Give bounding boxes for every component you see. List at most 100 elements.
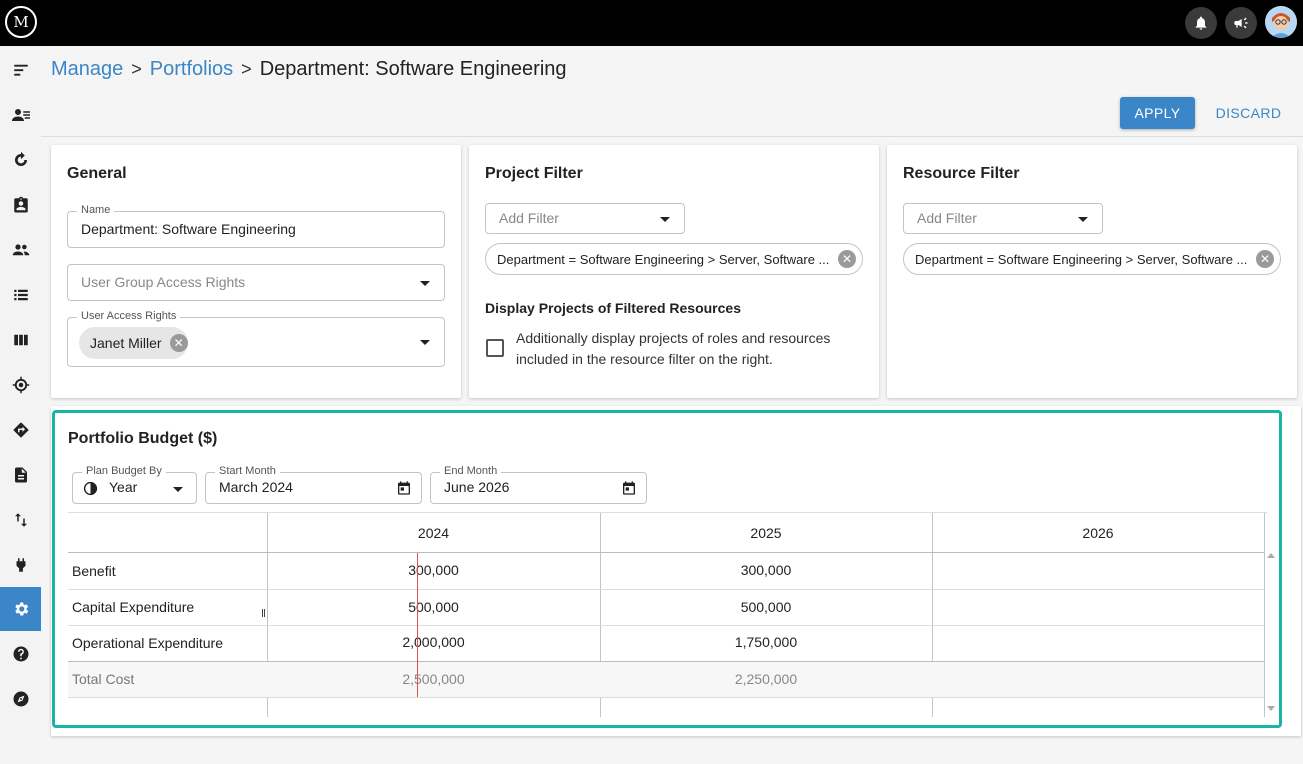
- budget-title: Portfolio Budget ($): [68, 430, 218, 447]
- row-divider: [68, 589, 1264, 590]
- sidebar-item-target[interactable]: [0, 363, 41, 407]
- plug-icon: [16, 558, 25, 572]
- project-filter-chip: Department = Software Engineering > Serv…: [485, 243, 863, 275]
- user-chip-label: Janet Miller: [90, 335, 162, 351]
- column-header-2025: 2025: [750, 525, 782, 541]
- main-content: Manage > Portfolios > Department: Softwa…: [41, 46, 1303, 764]
- sidebar-item-explore[interactable]: [0, 677, 41, 721]
- name-field[interactable]: Name Department: Software Engineering: [67, 204, 445, 248]
- discard-button[interactable]: DISCARD: [1211, 97, 1286, 129]
- cell-opex-2025[interactable]: 1,750,000: [600, 634, 932, 650]
- calendar-icon[interactable]: [396, 480, 412, 496]
- row-label-opex: Operational Expenditure: [72, 635, 223, 651]
- sidebar-item-board[interactable]: [0, 318, 41, 362]
- refresh-icon: [14, 151, 27, 166]
- sidebar-item-directions[interactable]: [0, 408, 41, 452]
- breadcrumb-portfolios[interactable]: Portfolios: [150, 58, 233, 81]
- end-month-field[interactable]: End Month June 2026: [430, 465, 647, 504]
- display-projects-checkbox[interactable]: [486, 339, 504, 357]
- column-divider: [1264, 513, 1265, 717]
- end-month-value[interactable]: June 2026: [444, 479, 509, 495]
- sidebar-item-integrations[interactable]: [0, 543, 41, 587]
- user-avatar[interactable]: [1265, 6, 1297, 38]
- group-icon: [12, 244, 29, 256]
- portfolio-budget-card: Portfolio Budget ($) Plan Budget By Year…: [52, 410, 1282, 728]
- user-group-access-select[interactable]: User Group Access Rights: [67, 264, 445, 301]
- breadcrumb-manage[interactable]: Manage: [51, 58, 123, 81]
- menu-icon: [13, 64, 28, 76]
- user-access-select[interactable]: User Access Rights Janet Miller ✕: [67, 310, 445, 367]
- user-access-label: User Access Rights: [77, 310, 181, 322]
- cell-opex-2026[interactable]: [932, 634, 1264, 654]
- resource-filter-title: Resource Filter: [903, 165, 1020, 182]
- column-resize-handle[interactable]: [262, 609, 265, 617]
- sidebar-item-clipboard[interactable]: [0, 183, 41, 227]
- sidebar-item-transfer[interactable]: [0, 498, 41, 542]
- calendar-icon[interactable]: [621, 480, 637, 496]
- sidebar-item-settings[interactable]: [0, 587, 41, 631]
- row-label-total: Total Cost: [72, 671, 135, 687]
- display-projects-title: Display Projects of Filtered Resources: [485, 300, 741, 316]
- app-logo[interactable]: M: [5, 6, 37, 38]
- logo-text: M: [13, 13, 29, 31]
- sidebar-item-help[interactable]: [0, 632, 41, 676]
- sidebar-item-list[interactable]: [0, 273, 41, 317]
- help-icon: [13, 646, 28, 662]
- document-icon: [14, 467, 27, 483]
- start-month-field[interactable]: Start Month March 2024: [205, 465, 422, 504]
- breadcrumb: Manage > Portfolios > Department: Softwa…: [51, 58, 567, 81]
- sidebar-item-document[interactable]: [0, 453, 41, 497]
- description-line: Additionally display projects of roles a…: [516, 330, 831, 346]
- add-filter-placeholder: Add Filter: [917, 210, 977, 226]
- columns-icon: [13, 334, 28, 346]
- user-chip: Janet Miller ✕: [79, 327, 188, 359]
- apply-button[interactable]: APPLY: [1120, 97, 1195, 129]
- cell-opex-2024[interactable]: 2,000,000: [267, 634, 600, 650]
- direction-icon: [13, 422, 28, 438]
- chevron-down-icon: [420, 281, 430, 286]
- resource-filter-chip-label: Department = Software Engineering > Serv…: [915, 251, 1248, 267]
- current-date-marker: [417, 553, 418, 697]
- name-label: Name: [77, 204, 115, 216]
- cell-capex-2024[interactable]: 500,000: [267, 599, 600, 615]
- cell-benefit-2024[interactable]: 300,000: [267, 562, 600, 578]
- notifications-button[interactable]: [1185, 7, 1217, 39]
- chip-remove-icon[interactable]: ✕: [1256, 250, 1274, 268]
- name-input[interactable]: Department: Software Engineering: [81, 221, 296, 237]
- header-divider: [41, 136, 1303, 137]
- row-divider: [68, 697, 1264, 698]
- cell-benefit-2026[interactable]: [932, 562, 1264, 582]
- megaphone-icon: [1234, 17, 1248, 29]
- add-filter-placeholder: Add Filter: [499, 210, 559, 226]
- cell-capex-2025[interactable]: 500,000: [600, 599, 932, 615]
- chevron-down-icon: [660, 217, 670, 222]
- display-projects-description: Additionally display projects of roles a…: [516, 328, 830, 370]
- cell-benefit-2025[interactable]: 300,000: [600, 562, 932, 578]
- cell-total-2025: 2,250,000: [734, 671, 798, 687]
- scroll-up-arrow[interactable]: [1267, 553, 1275, 558]
- row-label-capex: Capital Expenditure: [72, 599, 195, 615]
- compass-icon: [13, 691, 28, 707]
- people-list-icon: [11, 109, 30, 121]
- sidebar-item-team[interactable]: [0, 228, 41, 272]
- plan-budget-by-select[interactable]: Plan Budget By Year: [72, 465, 197, 504]
- sidebar-item-people[interactable]: [0, 93, 41, 137]
- gear-icon: [14, 602, 28, 616]
- cell-capex-2026[interactable]: [932, 599, 1264, 619]
- chip-remove-icon[interactable]: ✕: [169, 334, 188, 352]
- list-icon: [13, 289, 28, 301]
- column-header-2026: 2026: [1082, 525, 1114, 541]
- resource-add-filter-select[interactable]: Add Filter: [903, 203, 1103, 234]
- sidebar-item-menu[interactable]: [0, 48, 41, 92]
- resource-filter-card: Resource Filter Add Filter Department = …: [887, 145, 1297, 398]
- column-header-2024: 2024: [417, 525, 450, 541]
- sidebar: [0, 46, 41, 764]
- clipboard-icon: [13, 196, 28, 213]
- bell-icon: [1195, 16, 1207, 30]
- project-add-filter-select[interactable]: Add Filter: [485, 203, 685, 234]
- chip-remove-icon[interactable]: ✕: [838, 250, 856, 268]
- sidebar-item-refresh[interactable]: [0, 138, 41, 182]
- start-month-value[interactable]: March 2024: [219, 479, 293, 495]
- scroll-down-arrow[interactable]: [1267, 706, 1275, 711]
- announcements-button[interactable]: [1225, 7, 1257, 39]
